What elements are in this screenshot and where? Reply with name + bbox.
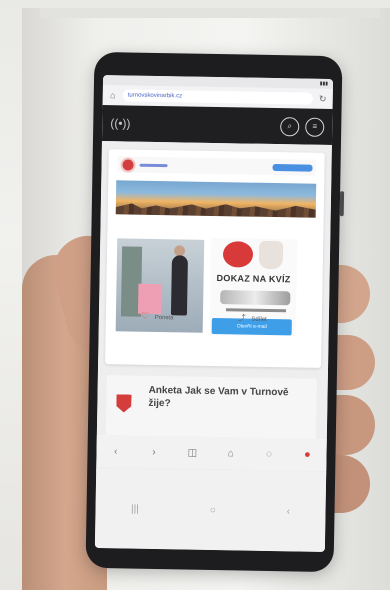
- forward-nav-icon[interactable]: ›: [145, 446, 163, 457]
- android-navigation: ||| ○ ‹: [94, 467, 327, 552]
- menu-icon[interactable]: ≡: [305, 117, 325, 137]
- site-header: ((•)) ⌕ ≡: [101, 105, 333, 146]
- home-icon[interactable]: ⌂: [108, 90, 118, 100]
- antenna-icon: ((•)): [110, 116, 131, 131]
- share-label: Sdílet: [251, 316, 267, 323]
- address-field[interactable]: turnovskovinarbik.cz: [122, 89, 313, 105]
- embedded-title-line: [139, 163, 168, 167]
- search-icon[interactable]: ⌕: [280, 116, 300, 136]
- promo-title: DOKAZ NA KVÍZ: [216, 273, 291, 285]
- header-spacer: [126, 123, 274, 126]
- share-icon: ⤴: [237, 312, 246, 323]
- photo-scene: ▮▮▮ ⌂ turnovskovinarbik.cz ↻ ((•)) ⌕ ≡ D…: [0, 0, 390, 590]
- reload-icon[interactable]: ↻: [318, 94, 328, 104]
- library-nav-icon[interactable]: ◫: [183, 447, 201, 458]
- card-meta: [115, 345, 300, 356]
- article-preview[interactable]: Anketa Jak se Vam v Turnově žije?: [105, 375, 317, 439]
- embedded-button: [272, 163, 313, 172]
- status-icons: ▮▮▮: [319, 80, 329, 87]
- notification-icon[interactable]: ●: [298, 448, 316, 461]
- side-button: [339, 191, 345, 217]
- red-badge: [222, 241, 254, 268]
- promo-strip: [220, 290, 291, 306]
- hand-illustration: [258, 240, 284, 270]
- like-label: Ponsta: [154, 314, 174, 321]
- turnov-shield-icon: [116, 394, 131, 412]
- embedded-logo: [120, 156, 136, 173]
- back-nav-icon[interactable]: ‹: [107, 446, 125, 457]
- article-title: Anketa Jak se Vam v Turnově žije?: [148, 384, 289, 410]
- tabs-nav-icon[interactable]: ◌: [260, 448, 278, 459]
- like-action[interactable]: ♡ Ponsta: [141, 310, 174, 322]
- back-button-icon[interactable]: ‹: [287, 506, 291, 517]
- heart-icon: ♡: [140, 310, 150, 321]
- city-banner: [115, 180, 317, 218]
- home-button-icon[interactable]: ○: [210, 504, 216, 515]
- city-silhouette: [116, 198, 316, 217]
- news-card[interactable]: DOKAZ NA KVÍZ Otevřít e-mail: [105, 149, 325, 368]
- phone-screen: ▮▮▮ ⌂ turnovskovinarbik.cz ↻ ((•)) ⌕ ≡ D…: [94, 75, 334, 552]
- smartphone: ▮▮▮ ⌂ turnovskovinarbik.cz ↻ ((•)) ⌕ ≡ D…: [85, 51, 345, 573]
- recent-apps-icon[interactable]: |||: [131, 503, 139, 514]
- bottom-navigation: ‹ › ◫ ⌂ ◌ ●: [96, 434, 327, 471]
- window-top-edge: [40, 8, 380, 18]
- home-nav-icon[interactable]: ⌂: [222, 448, 240, 459]
- share-action[interactable]: ⤴ Sdílet: [238, 312, 267, 324]
- embedded-site-bar: [117, 156, 316, 176]
- post-actions: ♡ Ponsta ⤴ Sdílet: [109, 303, 299, 330]
